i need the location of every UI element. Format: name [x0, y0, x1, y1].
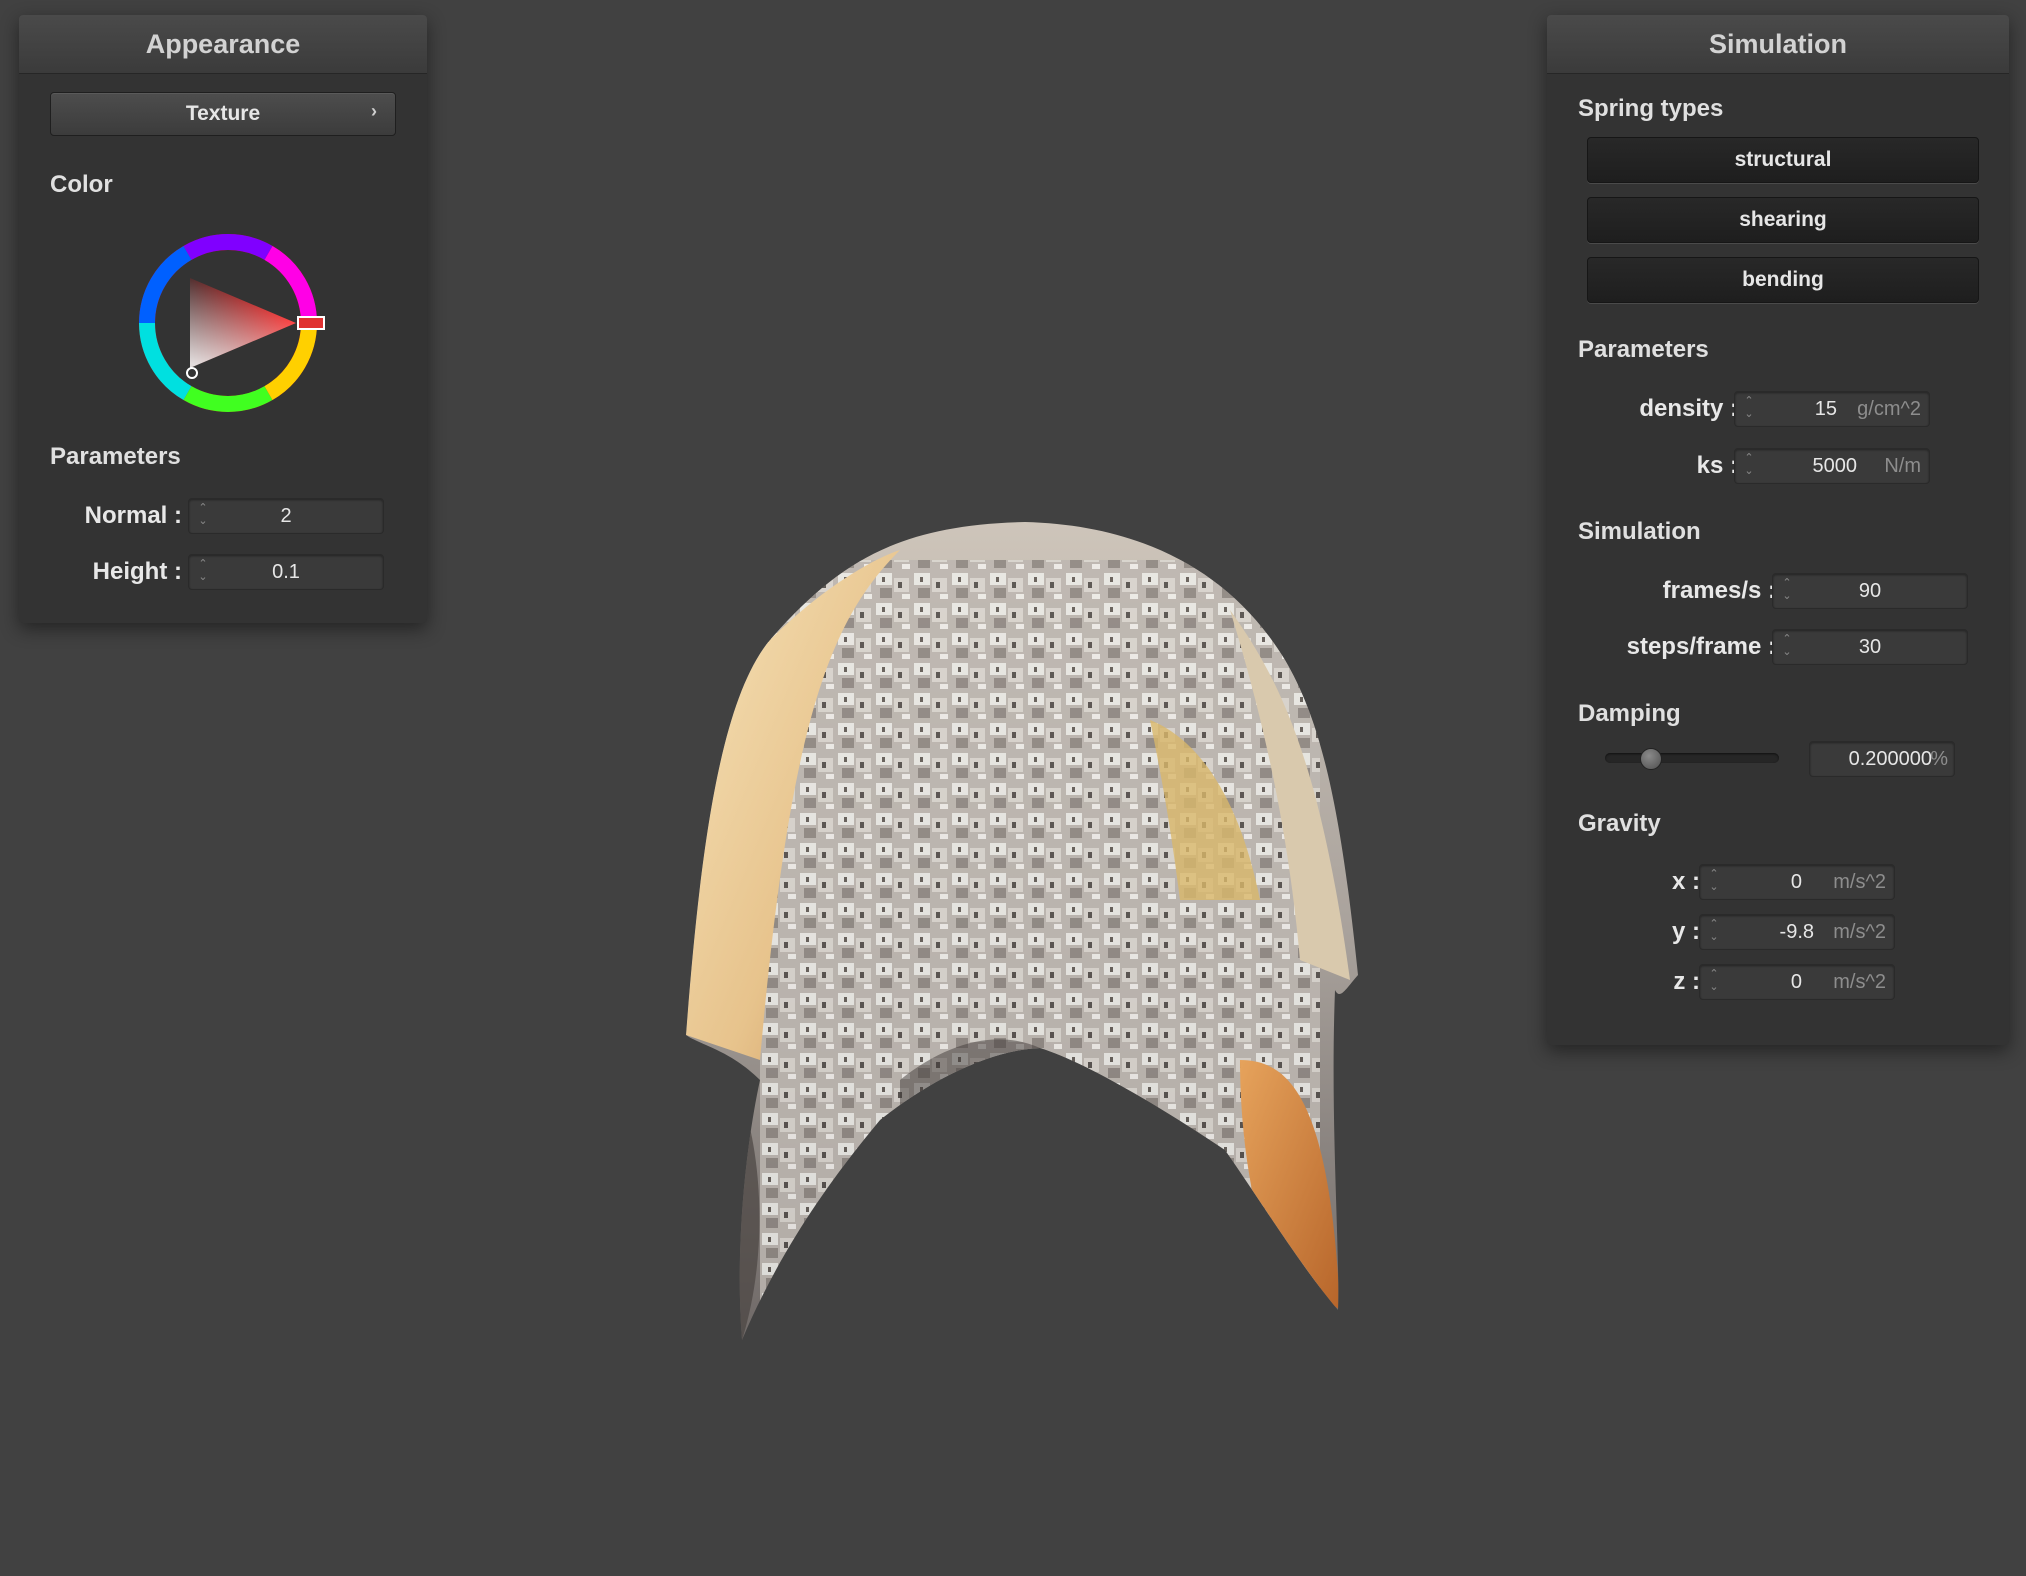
- gravity-z-value: 0: [1790, 971, 1802, 993]
- ks-value: 5000: [1812, 455, 1858, 477]
- steps-stepper[interactable]: ⌃ ⌄ 30: [1772, 629, 1968, 665]
- ks-label: ks :: [1696, 452, 1738, 479]
- gravity-label: Gravity: [1578, 810, 1661, 837]
- density-label: density :: [1639, 395, 1738, 422]
- damping-label: Damping: [1578, 700, 1681, 727]
- spinner-arrows-icon[interactable]: ⌃ ⌄: [1743, 395, 1755, 421]
- spinner-arrows-icon[interactable]: ⌃ ⌄: [1708, 868, 1720, 894]
- texture-button-label: Texture: [185, 102, 261, 125]
- ks-unit: N/m: [1884, 455, 1921, 477]
- texture-button[interactable]: Texture ›: [50, 92, 396, 136]
- gravity-y-value: -9.8: [1779, 921, 1814, 943]
- simulation-parameters-label: Parameters: [1578, 336, 1709, 363]
- spinner-arrows-icon[interactable]: ⌃ ⌄: [1708, 968, 1720, 994]
- steps-label: steps/frame :: [1626, 633, 1776, 660]
- height-label: Height :: [92, 558, 182, 585]
- gravity-x-value: 0: [1790, 871, 1802, 893]
- damping-value: 0.200000: [1848, 748, 1932, 770]
- simulation-panel: Simulation Spring types structural shear…: [1547, 15, 2009, 1045]
- spinner-arrows-icon[interactable]: ⌃ ⌄: [1743, 452, 1755, 478]
- spinner-arrows-icon[interactable]: ⌃ ⌄: [1708, 918, 1720, 944]
- appearance-parameters-label: Parameters: [50, 443, 181, 470]
- fps-label: frames/s :: [1662, 577, 1776, 604]
- gravity-z-label: z :: [1673, 968, 1700, 995]
- ks-stepper[interactable]: ⌃ ⌄ 5000 N/m: [1734, 448, 1930, 484]
- gravity-y-stepper[interactable]: ⌃ ⌄ -9.8 m/s^2: [1699, 914, 1895, 950]
- chevron-right-icon: ›: [371, 101, 377, 121]
- damping-slider-track[interactable]: [1605, 753, 1779, 763]
- gravity-z-stepper[interactable]: ⌃ ⌄ 0 m/s^2: [1699, 964, 1895, 1000]
- gravity-x-unit: m/s^2: [1833, 871, 1886, 893]
- normal-stepper[interactable]: ⌃ ⌄ 2: [188, 498, 384, 534]
- normal-label: Normal :: [84, 502, 182, 529]
- damping-slider-knob[interactable]: [1639, 748, 1662, 770]
- gravity-x-stepper[interactable]: ⌃ ⌄ 0 m/s^2: [1699, 864, 1895, 900]
- damping-unit: %: [1930, 748, 1948, 770]
- structural-toggle[interactable]: structural: [1587, 137, 1979, 183]
- gravity-y-unit: m/s^2: [1833, 921, 1886, 943]
- fps-stepper[interactable]: ⌃ ⌄ 90: [1772, 573, 1968, 609]
- shearing-toggle[interactable]: shearing: [1587, 197, 1979, 243]
- hue-marker[interactable]: [297, 316, 325, 330]
- color-section-label: Color: [50, 171, 113, 198]
- spring-types-label: Spring types: [1578, 95, 1724, 122]
- damping-field[interactable]: 0.200000 %: [1809, 741, 1955, 777]
- gravity-z-unit: m/s^2: [1833, 971, 1886, 993]
- normal-value: 2: [280, 505, 292, 527]
- density-value: 15: [1814, 398, 1837, 420]
- appearance-panel-title[interactable]: Appearance: [19, 15, 427, 74]
- density-stepper[interactable]: ⌃ ⌄ 15 g/cm^2: [1734, 391, 1930, 427]
- steps-value: 30: [1858, 636, 1882, 658]
- height-stepper[interactable]: ⌃ ⌄ 0.1: [188, 554, 384, 590]
- simulation-panel-title[interactable]: Simulation: [1547, 15, 2009, 74]
- gravity-x-label: x :: [1671, 868, 1700, 895]
- bending-toggle[interactable]: bending: [1587, 257, 1979, 303]
- height-value: 0.1: [272, 561, 300, 583]
- simulation-section-label: Simulation: [1578, 518, 1701, 545]
- density-unit: g/cm^2: [1857, 398, 1921, 420]
- fps-value: 90: [1858, 580, 1882, 602]
- gravity-y-label: y :: [1671, 918, 1700, 945]
- color-wheel[interactable]: [128, 223, 328, 423]
- saturation-marker[interactable]: [186, 367, 198, 379]
- appearance-panel: Appearance Texture › Color Parameters No…: [19, 15, 427, 623]
